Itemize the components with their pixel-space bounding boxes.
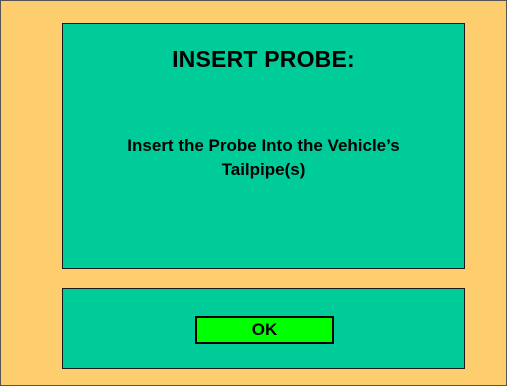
probe-prompt-screen: INSERT PROBE: Insert the Probe Into the … (0, 0, 507, 386)
message-panel: INSERT PROBE: Insert the Probe Into the … (62, 23, 465, 269)
ok-button[interactable]: OK (195, 316, 334, 344)
action-panel: OK (62, 288, 465, 369)
prompt-message-line-2: Tailpipe(s) (221, 160, 306, 179)
prompt-message: Insert the Probe Into the Vehicle’s Tail… (83, 134, 444, 182)
prompt-message-line-1: Insert the Probe Into the Vehicle’s (127, 136, 400, 155)
prompt-title: INSERT PROBE: (172, 46, 355, 72)
